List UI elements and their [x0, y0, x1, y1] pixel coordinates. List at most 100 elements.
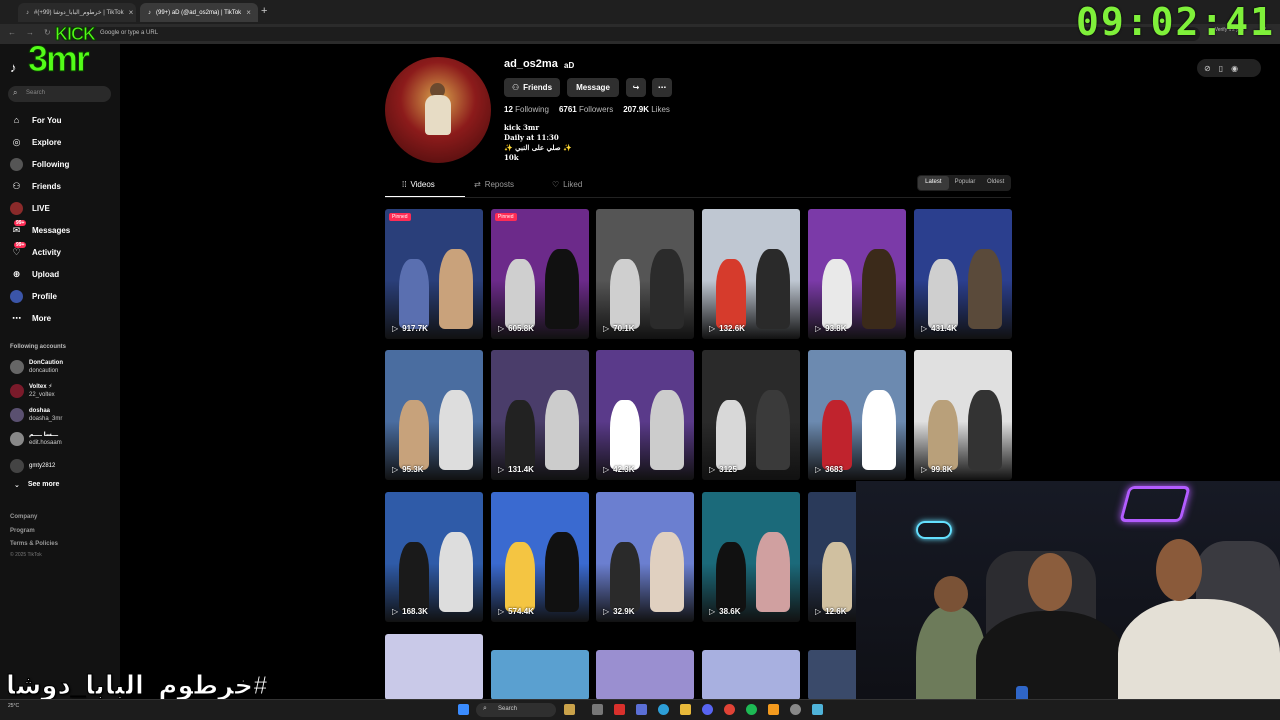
- sidebar-item-profile[interactable]: Profile: [10, 288, 57, 304]
- video-card[interactable]: ▷ 168.3K: [385, 492, 483, 622]
- video-card[interactable]: Pinned ▷ 605.8K: [491, 209, 589, 339]
- view-count-value: 917.7K: [402, 324, 428, 333]
- footer-terms[interactable]: Terms & Policies: [10, 541, 58, 547]
- thumbnail-figure: [545, 532, 579, 612]
- video-card[interactable]: ▷ 132.6K: [702, 209, 800, 339]
- thumbnail-figure: [505, 542, 535, 612]
- view-count: ▷ 12.6K: [815, 607, 847, 616]
- sidebar-item-more[interactable]: ⋯ More: [10, 310, 51, 326]
- taskbar-search[interactable]: ⌕ Search: [476, 703, 556, 717]
- video-card[interactable]: ▷ 3683: [808, 350, 906, 480]
- avatar: [10, 408, 24, 422]
- video-card[interactable]: ▷ 431.4K: [914, 209, 1012, 339]
- video-card[interactable]: ▷ 32.9K: [596, 492, 694, 622]
- more-options-button[interactable]: ⋯: [652, 78, 672, 97]
- tab-liked[interactable]: ♡ Liked: [552, 180, 582, 189]
- video-card[interactable]: ▷ 42.3K: [596, 350, 694, 480]
- video-card[interactable]: ▷ 93.8K: [808, 209, 906, 339]
- message-button[interactable]: Message: [567, 78, 619, 97]
- user-avatar-icon[interactable]: ◉: [1231, 64, 1238, 73]
- video-card[interactable]: [702, 650, 800, 700]
- footer-company[interactable]: Company: [10, 514, 37, 520]
- following-stat[interactable]: 12 Following: [504, 105, 549, 114]
- discord-icon[interactable]: [702, 704, 713, 715]
- video-card[interactable]: [491, 650, 589, 700]
- app-icon[interactable]: [812, 704, 823, 715]
- footer-program[interactable]: Program: [10, 528, 35, 534]
- view-count-value: 99.8K: [931, 465, 953, 474]
- video-card[interactable]: [596, 650, 694, 700]
- sidebar-item-explore[interactable]: ◎ Explore: [10, 134, 62, 150]
- settings-icon[interactable]: ⊘: [1204, 64, 1211, 73]
- video-card[interactable]: ▷ 3125: [702, 350, 800, 480]
- video-card[interactable]: ▷ 95.3K: [385, 350, 483, 480]
- following-account[interactable]: Voltex ⚡ 22_voltex: [10, 383, 55, 399]
- see-more-button[interactable]: ⌄ See more: [14, 481, 59, 489]
- device-icon[interactable]: ▯: [1219, 64, 1223, 73]
- new-tab-button[interactable]: +: [261, 5, 267, 17]
- folder-icon[interactable]: [680, 704, 691, 715]
- likes-count: 207.9K: [623, 105, 649, 114]
- view-count: ▷ 32.9K: [603, 607, 635, 616]
- share-button[interactable]: ↪: [626, 78, 646, 97]
- app-icon[interactable]: [614, 704, 625, 715]
- following-account[interactable]: ـــسا ــــم edit.hosaam: [10, 431, 62, 447]
- sidebar-item-activity[interactable]: ♡ 99+ Activity: [10, 241, 61, 260]
- thumbnail-figure: [545, 390, 579, 470]
- video-card[interactable]: ▷ 131.4K: [491, 350, 589, 480]
- sidebar-item-friends[interactable]: ⚇ Friends: [10, 178, 60, 194]
- address-input[interactable]: Google or type a URL: [60, 27, 1200, 41]
- video-card[interactable]: ▷ 38.6K: [702, 492, 800, 622]
- task-view-icon[interactable]: [592, 704, 603, 715]
- app-icon[interactable]: [768, 704, 779, 715]
- video-card[interactable]: Pinned ▷ 917.7K: [385, 209, 483, 339]
- browser-tab-hashtag[interactable]: ♪ #خرطوم_البابا_دوشا (99+) | TikTok ×: [18, 3, 136, 22]
- following-account[interactable]: DonCaution doncaution: [10, 359, 63, 375]
- sort-popular[interactable]: Popular: [950, 175, 981, 191]
- back-icon[interactable]: ←: [8, 28, 16, 37]
- tab-videos[interactable]: ⁞⁞ Videos: [402, 180, 435, 189]
- messages-badge: 99+: [14, 219, 27, 226]
- avatar: [10, 459, 24, 473]
- start-icon[interactable]: [458, 704, 469, 715]
- widgets-icon[interactable]: [564, 704, 575, 715]
- search-input[interactable]: ⌕ Search: [8, 86, 111, 102]
- sidebar-item-for-you[interactable]: ⌂ For You: [10, 112, 62, 128]
- sidebar-item-messages[interactable]: ✉ 99+ Messages: [10, 219, 70, 238]
- app-icon[interactable]: [636, 704, 647, 715]
- spotify-icon[interactable]: [746, 704, 757, 715]
- video-card[interactable]: [385, 634, 483, 700]
- weather-widget[interactable]: 25°C: [8, 703, 19, 709]
- browser-tab-profile[interactable]: ♪ (99+) aD (@ad_os2ma) | TikTok ×: [140, 3, 258, 22]
- profile-avatar[interactable]: [385, 57, 491, 163]
- chrome-icon[interactable]: [724, 704, 735, 715]
- play-icon: ▷: [709, 607, 716, 616]
- following-account[interactable]: gmty2812: [10, 459, 55, 473]
- avatar: [10, 432, 24, 446]
- extension-toolbar: ⊘ ▯ ◉: [1197, 59, 1261, 77]
- following-account[interactable]: doshaa doasha_3mr: [10, 407, 62, 423]
- tiktok-logo-icon[interactable]: ♪: [10, 60, 17, 75]
- sidebar-item-following[interactable]: Following: [10, 156, 69, 172]
- video-card[interactable]: ▷ 99.8K: [914, 350, 1012, 480]
- view-count-value: 574.4K: [508, 607, 534, 616]
- sort-toggle: Latest Popular Oldest: [917, 175, 1011, 191]
- sidebar-item-label: More: [32, 313, 52, 323]
- active-tab-indicator: [385, 196, 465, 197]
- sidebar-item-upload[interactable]: ⊕ Upload: [10, 266, 59, 282]
- tab-reposts[interactable]: ⇄ Reposts: [474, 180, 514, 189]
- close-tab-icon[interactable]: ×: [129, 8, 134, 17]
- sidebar-item-live[interactable]: LIVE: [10, 200, 50, 216]
- view-count-value: 3125: [719, 465, 737, 474]
- sort-oldest[interactable]: Oldest: [980, 175, 1011, 191]
- followers-stat[interactable]: 6761 Followers: [559, 105, 613, 114]
- close-tab-icon[interactable]: ×: [246, 8, 251, 17]
- tiktok-favicon-icon: ♪: [148, 9, 151, 16]
- video-card[interactable]: ▷ 574.4K: [491, 492, 589, 622]
- edge-icon[interactable]: [658, 704, 669, 715]
- app-icon[interactable]: [790, 704, 801, 715]
- friends-button[interactable]: ⚇ Friends: [504, 78, 560, 97]
- profile-icon: [10, 289, 23, 303]
- video-card[interactable]: ▷ 70.1K: [596, 209, 694, 339]
- sort-latest[interactable]: Latest: [918, 176, 949, 190]
